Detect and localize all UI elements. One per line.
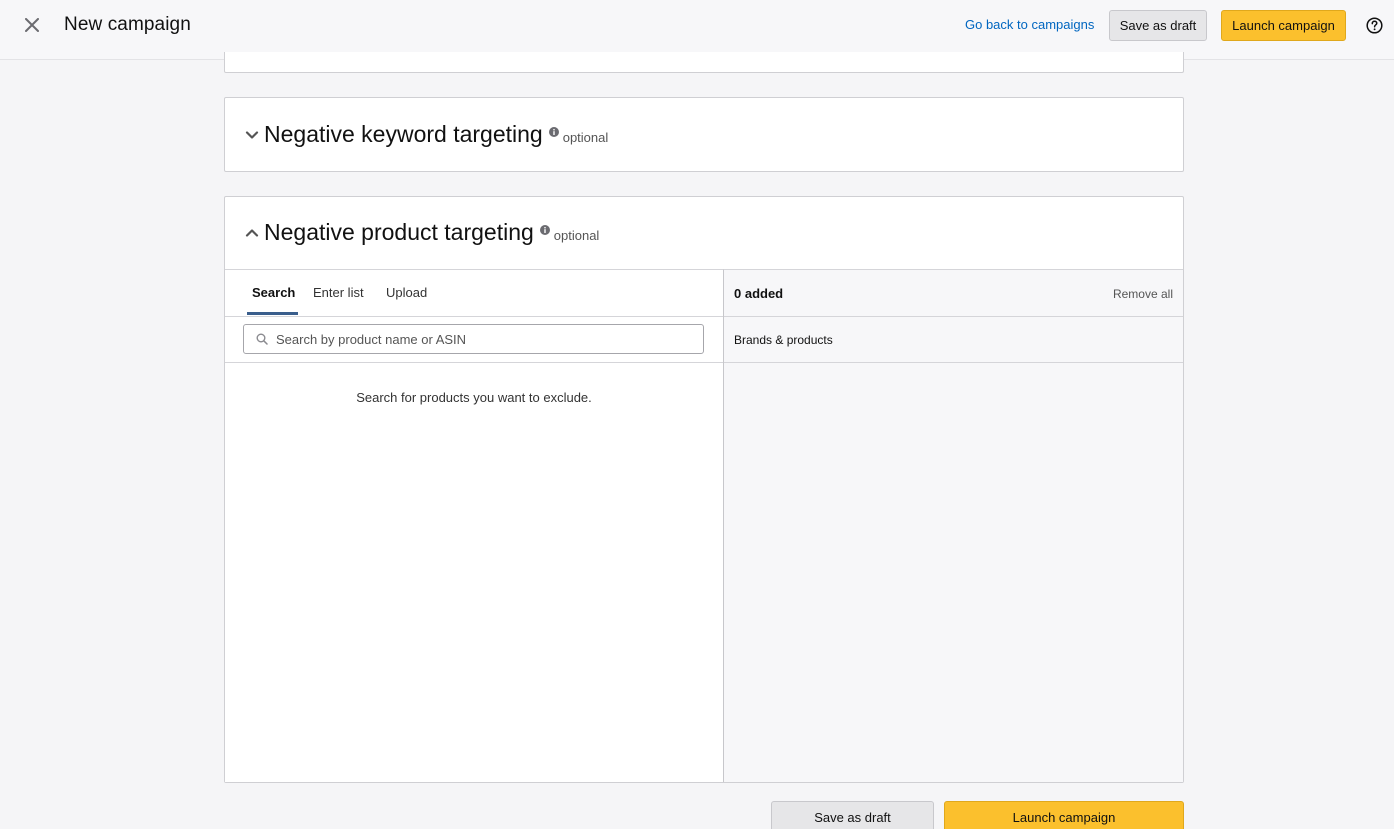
chevron-down-icon[interactable]: [245, 128, 259, 142]
empty-state-message: Search for products you want to exclude.: [356, 390, 592, 405]
section-title: Negative keyword targeting: [264, 121, 543, 147]
added-header: 0 added Remove all: [724, 270, 1183, 317]
search-box[interactable]: [243, 324, 704, 354]
negative-product-card: Negative product targeting optional Sear…: [224, 196, 1184, 783]
top-bar: New campaign Go back to campaigns Save a…: [0, 0, 1394, 60]
previous-section-card: [224, 52, 1184, 73]
negative-keyword-header[interactable]: Negative keyword targeting optional: [245, 121, 608, 148]
help-icon[interactable]: [1366, 17, 1383, 34]
column-header-brands-products: Brands & products: [734, 333, 833, 347]
search-icon: [256, 333, 268, 345]
added-pane: 0 added Remove all Brands & products: [723, 269, 1183, 782]
search-row: [225, 317, 723, 363]
remove-all-button[interactable]: Remove all: [1113, 287, 1173, 301]
section-title: Negative product targeting: [264, 219, 534, 245]
tab-upload[interactable]: Upload: [386, 285, 427, 300]
page-title: New campaign: [64, 14, 191, 35]
added-count: 0 added: [734, 286, 784, 301]
tab-bar: Search Enter list Upload: [225, 270, 723, 317]
tab-enter-list[interactable]: Enter list: [313, 285, 364, 300]
optional-label: optional: [562, 130, 609, 145]
launch-campaign-button[interactable]: Launch campaign: [1221, 10, 1346, 41]
negative-keyword-card: Negative keyword targeting optional: [224, 97, 1184, 172]
launch-campaign-button-bottom[interactable]: Launch campaign: [944, 801, 1184, 829]
info-icon[interactable]: [548, 126, 559, 137]
chevron-up-icon[interactable]: [245, 226, 259, 240]
column-header-row: Brands & products: [724, 317, 1183, 363]
optional-label: optional: [553, 228, 600, 243]
negative-product-header[interactable]: Negative product targeting optional: [245, 219, 599, 246]
tab-search[interactable]: Search: [252, 285, 295, 300]
save-draft-button-bottom[interactable]: Save as draft: [771, 801, 934, 829]
close-icon[interactable]: [20, 13, 44, 37]
active-tab-indicator: [247, 312, 298, 315]
save-draft-button[interactable]: Save as draft: [1109, 10, 1207, 41]
info-icon[interactable]: [539, 224, 550, 235]
search-input[interactable]: [276, 331, 696, 347]
go-back-link[interactable]: Go back to campaigns: [965, 17, 1094, 32]
search-pane: Search Enter list Upload Search for prod…: [225, 269, 723, 782]
